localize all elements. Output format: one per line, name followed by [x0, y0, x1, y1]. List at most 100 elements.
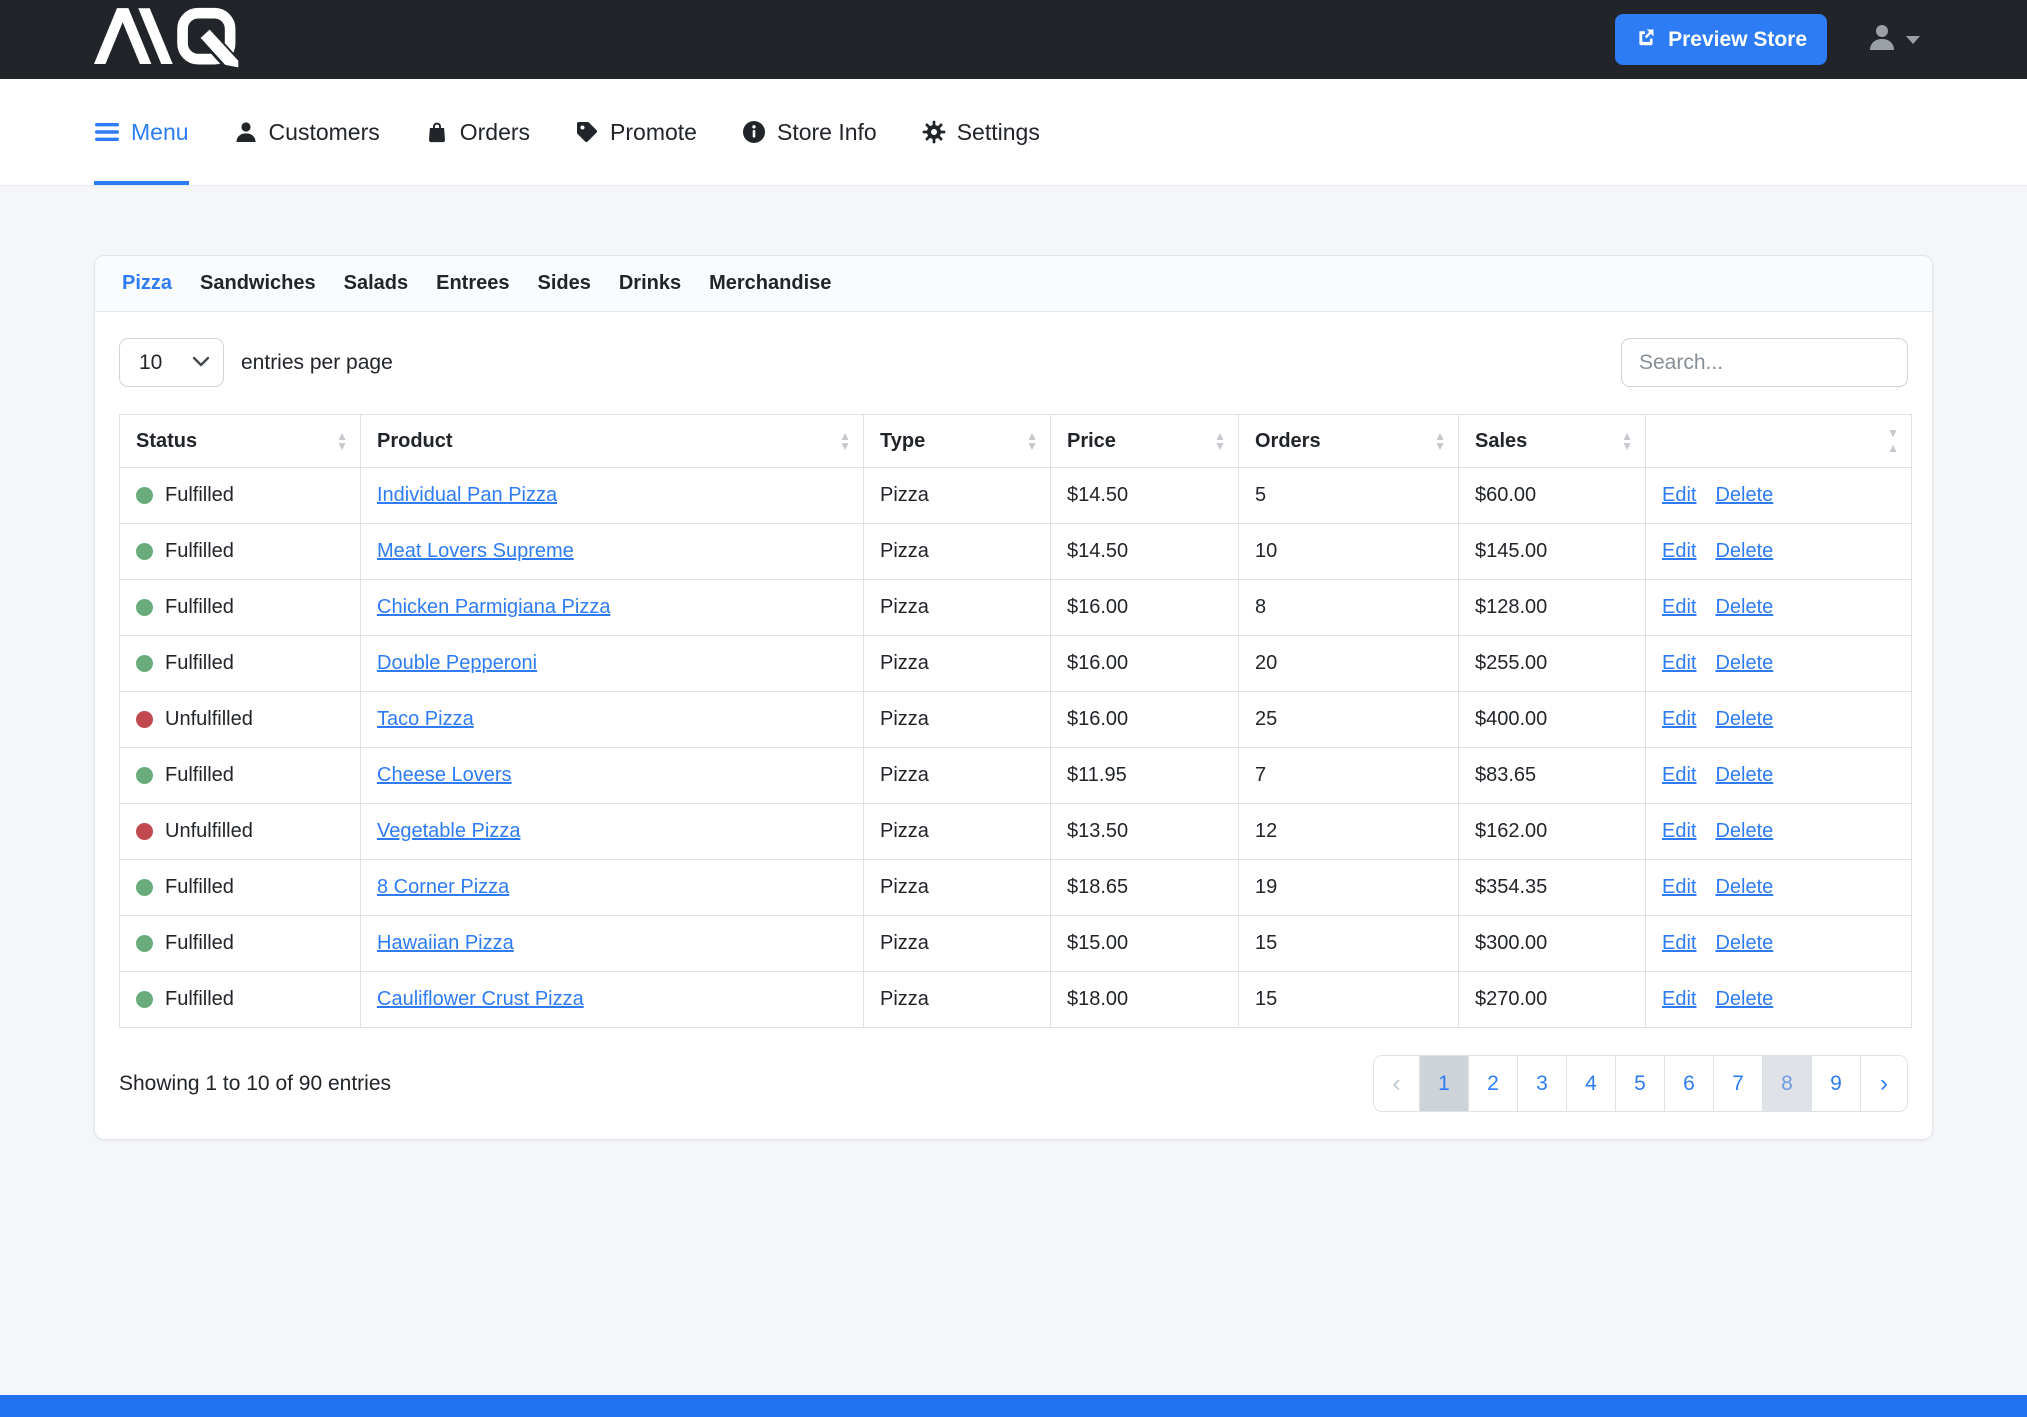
status-label: Fulfilled	[165, 988, 234, 1011]
column-label: Orders	[1255, 430, 1321, 453]
sales-cell: $60.00	[1459, 468, 1646, 524]
tab-merchandise[interactable]: Merchandise	[709, 272, 831, 295]
sort-icon[interactable]: ▲▼	[839, 431, 851, 451]
product-link[interactable]: Cauliflower Crust Pizza	[377, 988, 584, 1010]
product-cell: Vegetable Pizza	[361, 804, 864, 860]
edit-link[interactable]: Edit	[1662, 988, 1696, 1011]
orders-cell: 15	[1239, 916, 1459, 972]
delete-link[interactable]: Delete	[1715, 596, 1773, 619]
pagination-next-button[interactable]: ›	[1861, 1056, 1907, 1111]
column-header-price[interactable]: Price▲▼	[1051, 415, 1239, 468]
type-cell: Pizza	[864, 636, 1051, 692]
sort-icon[interactable]: ▲▼	[1434, 431, 1446, 451]
entries-per-page-select[interactable]: 10	[119, 338, 224, 387]
sort-icon[interactable]: ▲▼	[1214, 431, 1226, 451]
sort-icon[interactable]: ▼▲	[1887, 426, 1899, 456]
tab-sandwiches[interactable]: Sandwiches	[200, 272, 316, 295]
pagination-page-4[interactable]: 4	[1567, 1056, 1616, 1111]
status-cell: Fulfilled	[120, 636, 361, 692]
nav-item-store-info[interactable]: Store Info	[742, 79, 877, 185]
tab-entrees[interactable]: Entrees	[436, 272, 509, 295]
delete-link[interactable]: Delete	[1715, 820, 1773, 843]
product-link[interactable]: Meat Lovers Supreme	[377, 540, 574, 562]
pagination-page-9[interactable]: 9	[1812, 1056, 1861, 1111]
product-cell: Meat Lovers Supreme	[361, 524, 864, 580]
edit-link[interactable]: Edit	[1662, 540, 1696, 563]
product-link[interactable]: Chicken Parmigiana Pizza	[377, 596, 610, 618]
product-link[interactable]: Double Pepperoni	[377, 652, 537, 674]
bottom-accent-bar	[0, 1395, 2027, 1417]
product-cell: Individual Pan Pizza	[361, 468, 864, 524]
edit-link[interactable]: Edit	[1662, 876, 1696, 899]
delete-link[interactable]: Delete	[1715, 708, 1773, 731]
pagination-page-3[interactable]: 3	[1518, 1056, 1567, 1111]
product-link[interactable]: Hawaiian Pizza	[377, 932, 514, 954]
product-link[interactable]: Vegetable Pizza	[377, 820, 520, 842]
delete-link[interactable]: Delete	[1715, 764, 1773, 787]
tab-salads[interactable]: Salads	[344, 272, 408, 295]
sales-cell: $300.00	[1459, 916, 1646, 972]
search-input[interactable]	[1621, 338, 1908, 387]
preview-store-button[interactable]: Preview Store	[1615, 14, 1827, 65]
column-header-product[interactable]: Product▲▼	[361, 415, 864, 468]
pagination-page-6[interactable]: 6	[1665, 1056, 1714, 1111]
brand-logo[interactable]	[94, 6, 258, 73]
status-dot-icon	[136, 599, 153, 616]
edit-link[interactable]: Edit	[1662, 652, 1696, 675]
delete-link[interactable]: Delete	[1715, 988, 1773, 1011]
column-header-sales[interactable]: Sales▲▼	[1459, 415, 1646, 468]
pagination-page-8[interactable]: 8	[1763, 1056, 1812, 1111]
nav-item-label: Settings	[957, 119, 1040, 146]
edit-link[interactable]: Edit	[1662, 764, 1696, 787]
pagination-prev-button[interactable]: ‹	[1374, 1056, 1420, 1111]
column-header-orders[interactable]: Orders ▲▼	[1239, 415, 1459, 468]
nav-item-orders[interactable]: Orders	[425, 79, 530, 185]
tab-sides[interactable]: Sides	[538, 272, 591, 295]
table-body: FulfilledIndividual Pan PizzaPizza$14.50…	[120, 468, 1912, 1028]
status-label: Fulfilled	[165, 932, 234, 955]
entries-select-wrap: 10	[119, 338, 224, 387]
column-label: Status	[136, 430, 197, 453]
account-menu[interactable]	[1867, 22, 1920, 57]
product-link[interactable]: 8 Corner Pizza	[377, 876, 509, 898]
column-header-actions[interactable]: ▼▲	[1646, 415, 1912, 468]
sort-icon[interactable]: ▲▼	[1026, 431, 1038, 451]
status-cell: Fulfilled	[120, 524, 361, 580]
edit-link[interactable]: Edit	[1662, 820, 1696, 843]
tab-pizza[interactable]: Pizza	[122, 272, 172, 295]
nav-item-menu[interactable]: Menu	[94, 79, 189, 185]
edit-link[interactable]: Edit	[1662, 484, 1696, 507]
nav-item-label: Orders	[460, 119, 530, 146]
pagination-page-5[interactable]: 5	[1616, 1056, 1665, 1111]
pagination-page-1[interactable]: 1	[1420, 1056, 1469, 1111]
edit-link[interactable]: Edit	[1662, 932, 1696, 955]
delete-link[interactable]: Delete	[1715, 932, 1773, 955]
sort-icon[interactable]: ▲▼	[336, 431, 348, 451]
delete-link[interactable]: Delete	[1715, 540, 1773, 563]
sales-cell: $270.00	[1459, 972, 1646, 1028]
product-link[interactable]: Cheese Lovers	[377, 764, 512, 786]
edit-link[interactable]: Edit	[1662, 708, 1696, 731]
delete-link[interactable]: Delete	[1715, 652, 1773, 675]
tab-drinks[interactable]: Drinks	[619, 272, 681, 295]
column-header-status[interactable]: Status ▲▼	[120, 415, 361, 468]
nav-item-label: Promote	[610, 119, 697, 146]
edit-link[interactable]: Edit	[1662, 596, 1696, 619]
nav-item-label: Store Info	[777, 119, 877, 146]
column-header-type[interactable]: Type▲▼	[864, 415, 1051, 468]
nav-item-label: Customers	[269, 119, 380, 146]
delete-link[interactable]: Delete	[1715, 876, 1773, 899]
nav-item-promote[interactable]: Promote	[575, 79, 697, 185]
nav-item-customers[interactable]: Customers	[234, 79, 380, 185]
delete-link[interactable]: Delete	[1715, 484, 1773, 507]
pagination-page-7[interactable]: 7	[1714, 1056, 1763, 1111]
actions-cell: Edit Delete	[1646, 636, 1912, 692]
sales-cell: $255.00	[1459, 636, 1646, 692]
brand-logo-icon	[94, 6, 258, 73]
pagination-page-2[interactable]: 2	[1469, 1056, 1518, 1111]
product-link[interactable]: Individual Pan Pizza	[377, 484, 557, 506]
nav-item-settings[interactable]: Settings	[922, 79, 1040, 185]
hamburger-icon	[94, 119, 120, 145]
product-link[interactable]: Taco Pizza	[377, 708, 474, 730]
sort-icon[interactable]: ▲▼	[1621, 431, 1633, 451]
